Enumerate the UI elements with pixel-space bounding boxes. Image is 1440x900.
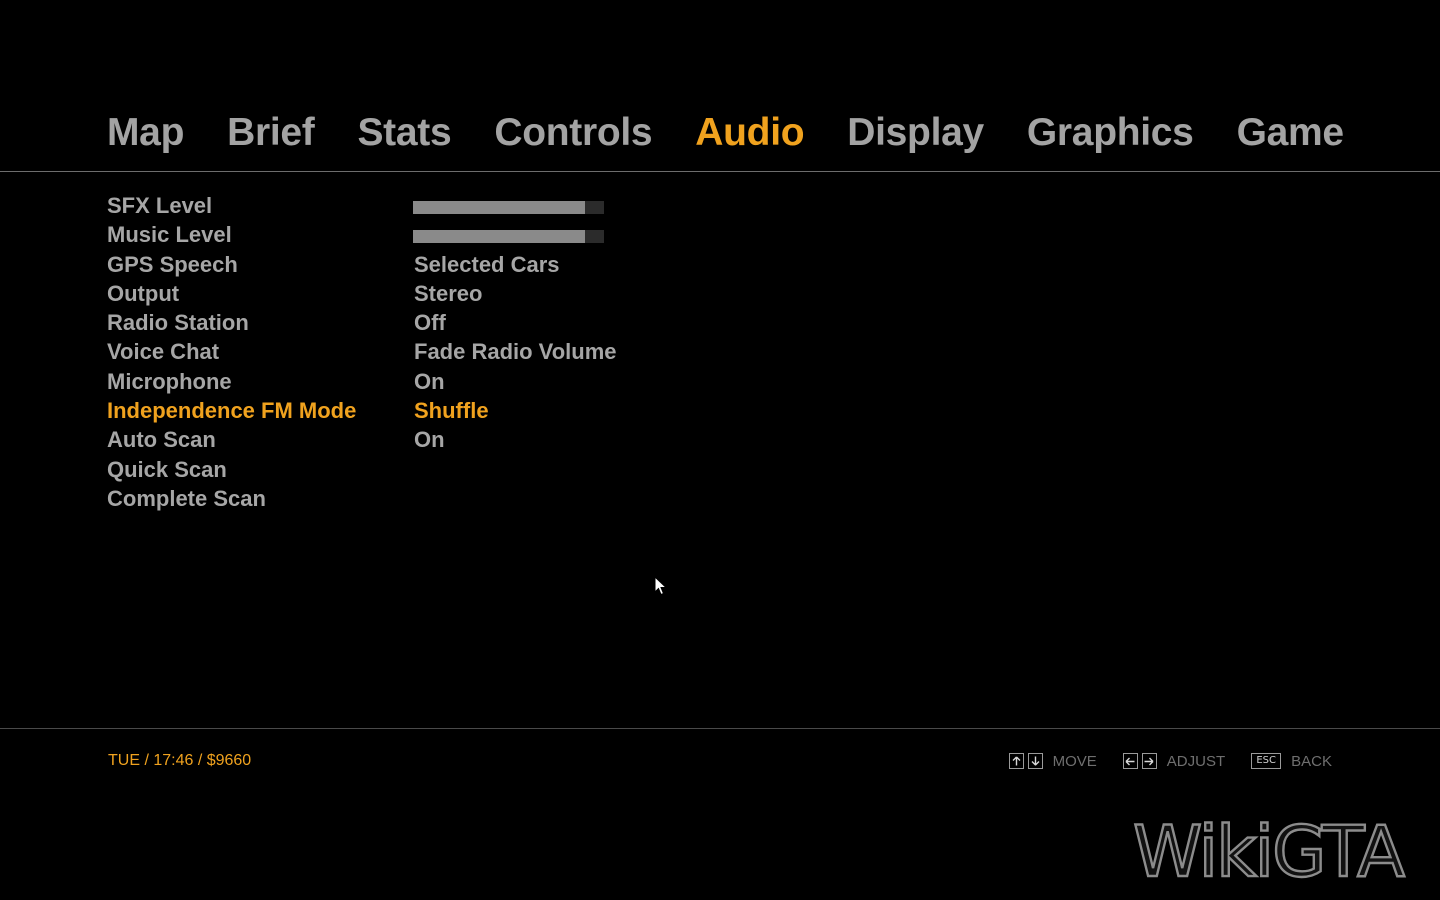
setting-complete-scan[interactable]: Complete Scan [107, 484, 807, 513]
tab-audio[interactable]: Audio [695, 108, 804, 158]
setting-label: Output [107, 280, 180, 306]
setting-gps-speech[interactable]: GPS Speech Selected Cars [107, 250, 807, 279]
wikigta-watermark-logo: WikiGTA [1132, 812, 1409, 886]
setting-independence-fm-mode[interactable]: Independence FM Mode Shuffle [107, 396, 807, 425]
status-day-time-money: TUE / 17:46 / $9660 [108, 752, 252, 769]
slider-fill [413, 230, 585, 244]
setting-label: GPS Speech [107, 251, 238, 277]
sfx-level-slider[interactable] [413, 201, 604, 214]
menu-tabs: Map Brief Stats Controls Audio Display G… [107, 108, 1344, 158]
setting-label: Music Level [107, 222, 232, 248]
setting-label: SFX Level [107, 193, 213, 218]
setting-value: Fade Radio Volume [414, 339, 617, 365]
arrow-right-icon [1141, 753, 1157, 769]
setting-quick-scan[interactable]: Quick Scan [107, 455, 807, 484]
mouse-cursor-icon [654, 576, 668, 596]
music-level-slider[interactable] [413, 230, 604, 244]
setting-value: Off [414, 310, 446, 336]
setting-sfx-level[interactable]: SFX Level [107, 191, 807, 220]
setting-value: On [414, 427, 445, 453]
tab-brief[interactable]: Brief [227, 108, 315, 158]
setting-radio-station[interactable]: Radio Station Off [107, 308, 807, 337]
setting-label: Independence FM Mode [107, 398, 357, 424]
setting-music-level[interactable]: Music Level [107, 220, 807, 249]
footer-divider [0, 728, 1440, 729]
tab-graphics[interactable]: Graphics [1027, 108, 1194, 158]
arrow-up-icon [1008, 753, 1024, 769]
control-hints: MOVE ADJUST ESC BACK [1008, 750, 1332, 772]
setting-value: On [414, 368, 445, 394]
esc-key-icon: ESC [1251, 753, 1282, 769]
adjust-hint-label: ADJUST [1166, 752, 1226, 770]
setting-label: Auto Scan [107, 427, 216, 453]
arrow-down-icon [1027, 753, 1043, 769]
setting-voice-chat[interactable]: Voice Chat Fade Radio Volume [107, 337, 807, 366]
audio-settings-list: SFX Level Music Level GPS Speech Selecte… [107, 191, 807, 513]
tab-game[interactable]: Game [1237, 108, 1345, 158]
setting-label: Complete Scan [107, 485, 266, 511]
move-hint-label: MOVE [1052, 752, 1097, 770]
setting-auto-scan[interactable]: Auto Scan On [107, 425, 807, 454]
back-hint-label: BACK [1291, 752, 1332, 770]
setting-value: Shuffle [414, 398, 489, 424]
setting-label: Radio Station [107, 310, 249, 336]
setting-label: Voice Chat [107, 339, 220, 365]
slider-fill [413, 201, 585, 214]
setting-label: Microphone [107, 368, 232, 394]
watermark-text: WikiGTA [1133, 812, 1405, 886]
tab-stats[interactable]: Stats [357, 108, 451, 158]
setting-microphone[interactable]: Microphone On [107, 367, 807, 396]
tab-map[interactable]: Map [107, 108, 184, 158]
setting-value: Selected Cars [414, 251, 560, 277]
setting-output[interactable]: Output Stereo [107, 279, 807, 308]
arrow-left-icon [1122, 753, 1138, 769]
tab-display[interactable]: Display [847, 108, 984, 158]
setting-value: Stereo [414, 280, 483, 306]
setting-label: Quick Scan [107, 456, 227, 482]
tab-controls[interactable]: Controls [494, 108, 652, 158]
header-divider [0, 171, 1440, 172]
